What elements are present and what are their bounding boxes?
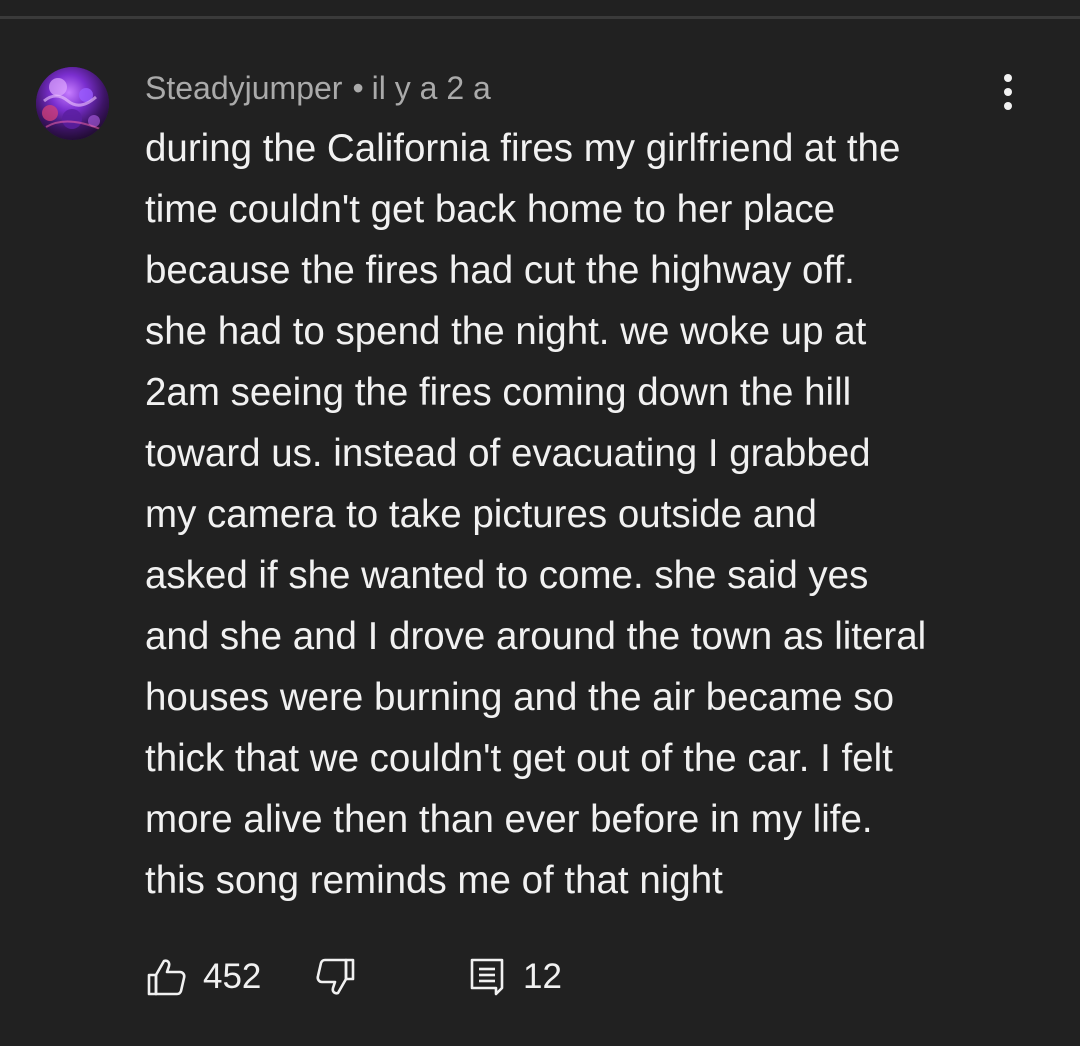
comment-text-line: and she and I drove around the town as l…: [145, 615, 927, 658]
like-count: 452: [203, 957, 262, 996]
comment-thread-item: Steadyjumper • il y a 2 a during the Calif…: [0, 0, 1080, 1046]
comment-text-line: my camera to take pictures outside and: [145, 493, 817, 536]
thumbs-up-icon[interactable]: [145, 956, 187, 998]
comment-text-line: toward us. instead of evacuating I grabb…: [145, 432, 871, 475]
comment-actions: 452 12: [145, 950, 845, 1002]
comment-text-line: 2am seeing the fires coming down the hil…: [145, 371, 852, 414]
comment-text-line: time couldn't get back home to her place: [145, 188, 836, 231]
separator-dot: •: [352, 70, 364, 106]
comment-reply-icon[interactable]: [467, 956, 509, 998]
comment-text-line: this song reminds me of that night: [145, 859, 723, 902]
comment-text-line: thick that we couldn't get out of the ca…: [145, 737, 893, 780]
comment-text-line: houses were burning and the air became s…: [145, 676, 895, 719]
avatar-image: [36, 67, 109, 140]
timestamp[interactable]: il y a 2 a: [372, 70, 491, 106]
comment-text-line: more alive then than ever before in my l…: [145, 798, 873, 841]
comment-text-line: because the fires had cut the highway of…: [145, 249, 855, 292]
comment-text: during the California fires my girlfrien…: [145, 118, 1025, 911]
comment-text-line: asked if she wanted to come. she said ye…: [145, 554, 869, 597]
comment-header: Steadyjumper • il y a 2 a: [145, 68, 491, 108]
thumbs-down-icon[interactable]: [315, 956, 357, 998]
comment-text-line: she had to spend the night. we woke up a…: [145, 310, 867, 353]
author-name[interactable]: Steadyjumper: [145, 70, 342, 106]
avatar[interactable]: [36, 67, 109, 140]
reply-count[interactable]: 12: [523, 956, 562, 998]
comment-text-line: during the California fires my girlfrien…: [145, 127, 901, 170]
more-vert-icon[interactable]: [990, 70, 1026, 114]
